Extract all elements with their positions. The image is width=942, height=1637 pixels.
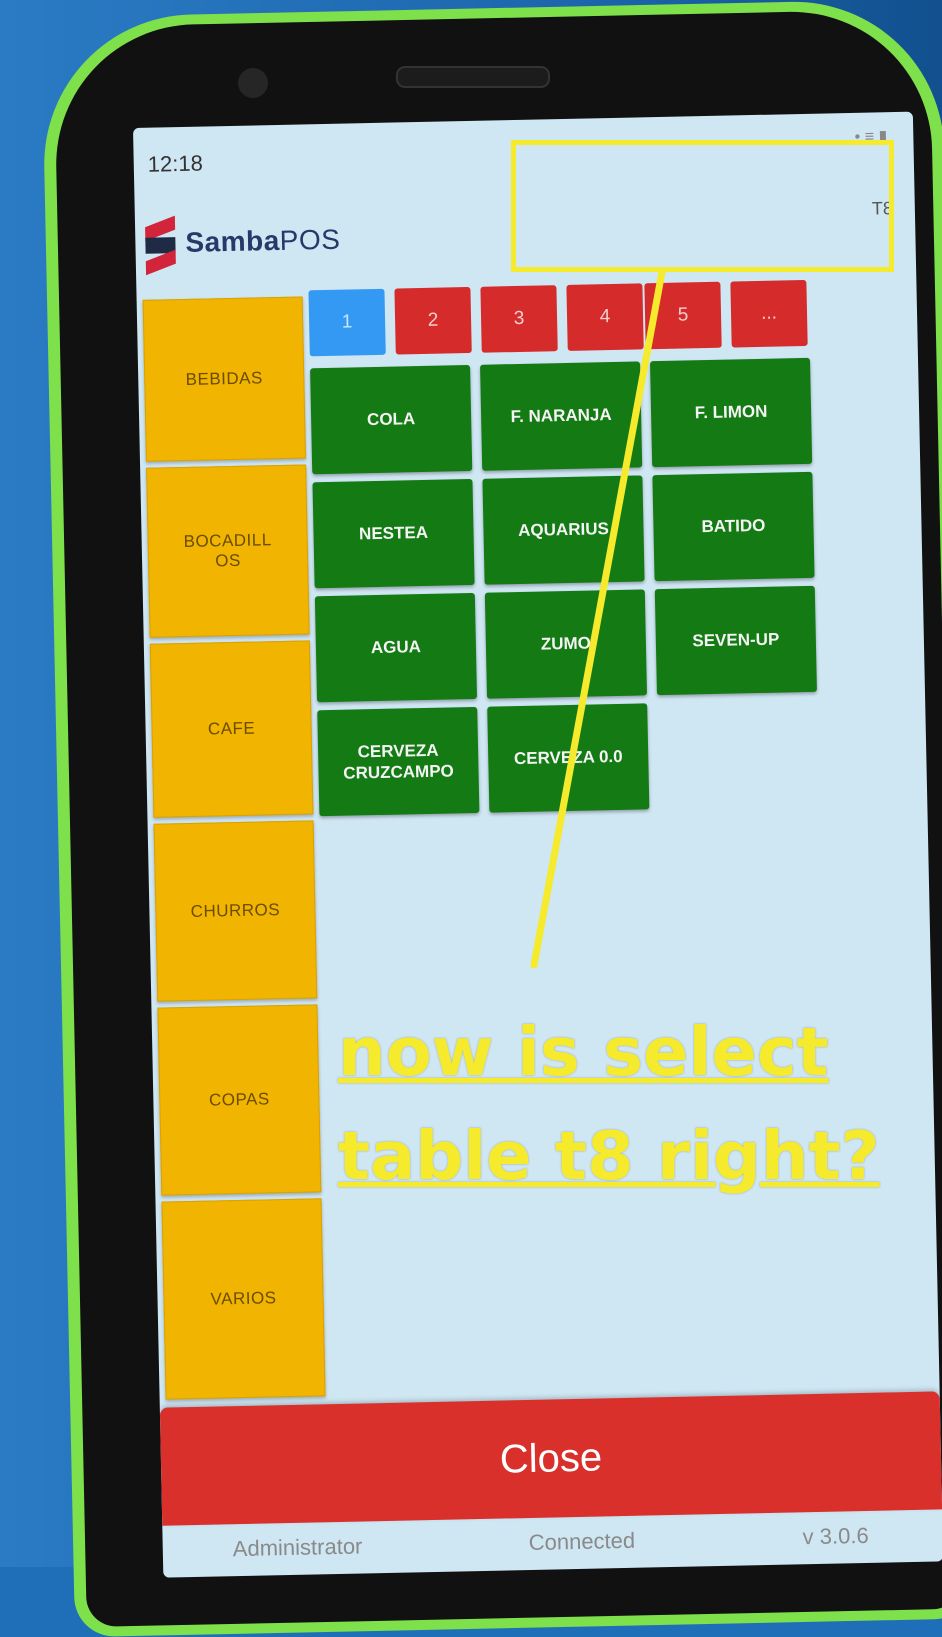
annotation-pointer-line	[530, 268, 666, 969]
annotation-caption: now is select table t8 right?	[338, 1013, 880, 1195]
